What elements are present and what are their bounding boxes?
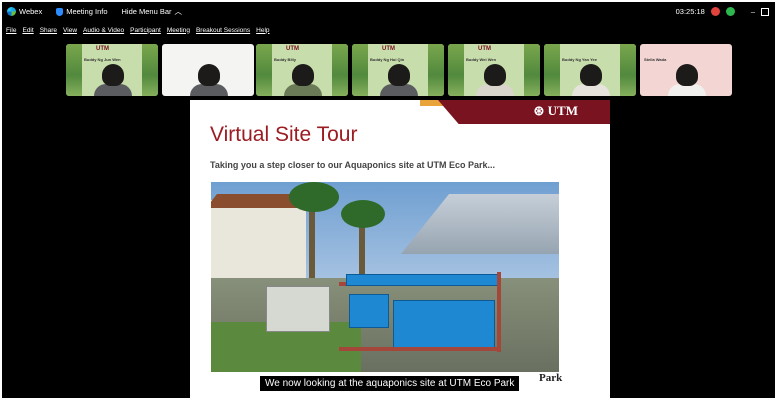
participant-caption: Buddy Billy	[274, 57, 297, 62]
avatar-head	[676, 64, 698, 86]
avatar-head	[198, 64, 220, 86]
participant-tile[interactable]: UTM Buddy Ng Hui Qin	[352, 44, 444, 96]
photo-fish-tank	[349, 294, 389, 328]
utm-slide-logo: ⊛ UTM	[534, 103, 579, 119]
avatar-head	[484, 64, 506, 86]
leaf-decoration	[256, 44, 272, 96]
shield-icon	[56, 7, 64, 16]
participant-strip: UTM Buddy Ng Jun Wen UTM Buddy Billy UTM…	[2, 44, 775, 96]
leaf-decoration	[448, 44, 464, 96]
menu-view[interactable]: View	[63, 27, 77, 34]
photo-rack	[497, 272, 501, 352]
menu-bar: File Edit Share View Audio & Video Parti…	[2, 24, 270, 36]
participant-tile[interactable]: Buddy Ng Yan Yee	[544, 44, 636, 96]
photo-fish-tank	[393, 300, 495, 348]
leaf-decoration	[352, 44, 368, 96]
photo-rack	[339, 347, 501, 351]
utm-logo: UTM	[478, 46, 491, 52]
photo-palm-trunk	[309, 202, 315, 282]
participant-caption: Buddy Ng Jun Wen	[84, 57, 121, 62]
slide-subtitle: Taking you a step closer to our Aquaponi…	[210, 160, 496, 170]
connection-status-icon[interactable]	[725, 7, 735, 16]
leaf-decoration	[428, 44, 444, 96]
avatar-head	[102, 64, 124, 86]
utm-logo: UTM	[382, 46, 395, 52]
slide-footer-text: Park	[539, 372, 563, 384]
meeting-info-label: Meeting Info	[66, 7, 108, 16]
chevron-up-icon: ︿	[174, 7, 183, 16]
menu-audio-video[interactable]: Audio & Video	[83, 27, 124, 34]
menu-participant[interactable]: Participant	[130, 27, 161, 34]
menu-file[interactable]: File	[6, 27, 16, 34]
slide-header-band	[420, 100, 610, 124]
webex-window: Webex Meeting Info Hide Menu Bar ︿ 03:25…	[2, 2, 775, 398]
photo-house	[211, 200, 306, 278]
leaf-decoration	[524, 44, 540, 96]
leaf-decoration	[544, 44, 560, 96]
meeting-info-button[interactable]: Meeting Info	[56, 7, 108, 16]
closed-caption: We now looking at the aquaponics site at…	[260, 376, 520, 391]
participant-caption: Buddy Ng Yan Yee	[562, 57, 597, 62]
photo-grow-bed	[346, 274, 498, 286]
utm-emblem-icon: ⊛	[533, 103, 548, 118]
participant-tile[interactable]	[162, 44, 254, 96]
menu-help[interactable]: Help	[256, 27, 269, 34]
avatar-head	[388, 64, 410, 86]
menu-breakout-sessions[interactable]: Breakout Sessions	[196, 27, 250, 34]
participant-tile[interactable]: UTM Buddy Ng Jun Wen	[66, 44, 158, 96]
leaf-decoration	[620, 44, 636, 96]
avatar-head	[292, 64, 314, 86]
restore-window-icon[interactable]	[761, 7, 769, 16]
app-title: Webex	[7, 7, 42, 16]
menu-share[interactable]: Share	[40, 27, 57, 34]
leaf-decoration	[66, 44, 82, 96]
maroon-stripe	[438, 100, 610, 124]
participant-caption: Stella Wada	[644, 57, 667, 62]
title-bar: Webex Meeting Info Hide Menu Bar ︿ 03:25…	[2, 2, 775, 21]
hide-menu-bar-button[interactable]: Hide Menu Bar ︿	[122, 6, 183, 17]
minimize-button[interactable]: –	[751, 7, 755, 16]
leaf-decoration	[142, 44, 158, 96]
participant-caption: Buddy Wei Wen	[466, 57, 497, 62]
photo-ibc-tank	[266, 286, 330, 332]
utm-logo-text: UTM	[547, 103, 578, 118]
shared-slide: ⊛ UTM Virtual Site Tour Taking you a ste…	[190, 100, 610, 398]
participant-tile[interactable]: UTM Buddy Wei Wen	[448, 44, 540, 96]
slide-title: Virtual Site Tour	[210, 123, 358, 146]
utm-logo: UTM	[96, 46, 109, 52]
participant-tile[interactable]: UTM Buddy Billy	[256, 44, 348, 96]
leaf-decoration	[332, 44, 348, 96]
meeting-timer: 03:25:18	[675, 7, 705, 16]
recording-icon[interactable]	[710, 7, 720, 16]
participant-caption: Buddy Ng Hui Qin	[370, 57, 405, 62]
app-name: Webex	[19, 7, 43, 16]
menu-edit[interactable]: Edit	[22, 27, 33, 34]
photo-palm-canopy	[289, 182, 339, 212]
menu-meeting[interactable]: Meeting	[167, 27, 190, 34]
avatar-head	[580, 64, 602, 86]
participant-tile[interactable]: Stella Wada	[640, 44, 732, 96]
webex-logo-icon	[7, 7, 16, 16]
photo-palm-canopy	[341, 200, 385, 228]
aquaponics-photo	[211, 182, 559, 372]
title-bar-right: 03:25:18 –	[676, 2, 769, 21]
utm-logo: UTM	[286, 46, 299, 52]
hide-menu-bar-label: Hide Menu Bar	[121, 7, 172, 16]
